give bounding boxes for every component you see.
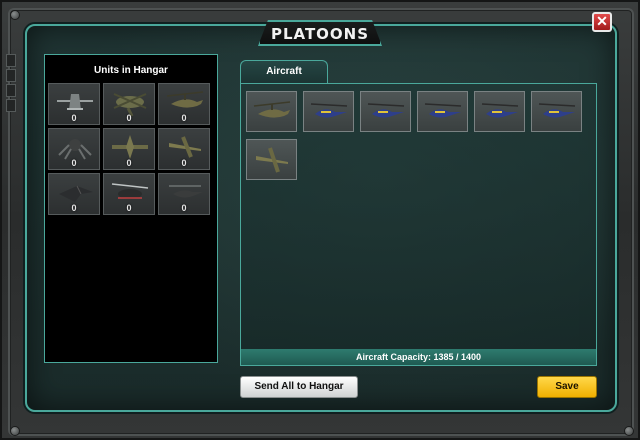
frame-notch bbox=[6, 54, 16, 67]
window-title: PLATOONS bbox=[270, 25, 370, 43]
hangar-unit-slot[interactable]: 0 bbox=[48, 83, 100, 125]
bolt-icon bbox=[10, 10, 20, 20]
unit-count: 0 bbox=[126, 203, 132, 213]
blue-scout-helicopter-icon bbox=[424, 103, 462, 118]
unit-count: 0 bbox=[181, 113, 187, 123]
roster-unit-slot[interactable] bbox=[531, 91, 582, 132]
close-button[interactable]: ✕ bbox=[592, 12, 612, 32]
unit-count: 0 bbox=[71, 203, 77, 213]
roster-unit-slot[interactable] bbox=[474, 91, 525, 132]
send-all-to-hangar-button[interactable]: Send All to Hangar bbox=[240, 376, 358, 398]
hangar-panel: Units in Hangar 0 0 0 0 0 0 0 0 0 bbox=[44, 54, 218, 363]
tab-aircraft[interactable]: Aircraft bbox=[240, 60, 328, 84]
hangar-unit-slot[interactable]: 0 bbox=[103, 128, 155, 170]
hangar-unit-slot[interactable]: 0 bbox=[48, 128, 100, 170]
bolt-icon bbox=[10, 426, 20, 436]
unit-count: 0 bbox=[126, 113, 132, 123]
roster-unit-slot[interactable] bbox=[246, 139, 297, 180]
blue-scout-helicopter-icon bbox=[538, 103, 576, 118]
frame-notch bbox=[6, 99, 16, 112]
unit-count: 0 bbox=[181, 158, 187, 168]
hangar-unit-slot[interactable]: 0 bbox=[103, 173, 155, 215]
hangar-unit-slot[interactable]: 0 bbox=[158, 83, 210, 125]
unit-count: 0 bbox=[126, 158, 132, 168]
save-button[interactable]: Save bbox=[537, 376, 597, 398]
roster-unit-slot[interactable] bbox=[417, 91, 468, 132]
roster-unit-slot[interactable] bbox=[303, 91, 354, 132]
hangar-unit-slot[interactable]: 0 bbox=[158, 128, 210, 170]
frame-notch bbox=[6, 69, 16, 82]
unit-count: 0 bbox=[181, 203, 187, 213]
frame-notch bbox=[6, 84, 16, 97]
platoon-roster: Aircraft Capacity: 1385 / 1400 bbox=[240, 83, 597, 366]
blue-scout-helicopter-icon bbox=[367, 103, 405, 118]
unit-count: 0 bbox=[71, 158, 77, 168]
blue-scout-helicopter-icon bbox=[481, 103, 519, 118]
hangar-unit-slot[interactable]: 0 bbox=[48, 173, 100, 215]
roster-unit-slot[interactable] bbox=[246, 91, 297, 132]
aircraft-capacity-bar: Aircraft Capacity: 1385 / 1400 bbox=[241, 349, 596, 365]
roster-unit-slot[interactable] bbox=[360, 91, 411, 132]
hangar-unit-slot[interactable]: 0 bbox=[158, 173, 210, 215]
roster-unit-grid bbox=[246, 91, 591, 180]
hangar-unit-slot[interactable]: 0 bbox=[103, 83, 155, 125]
hangar-title: Units in Hangar bbox=[94, 65, 168, 76]
hangar-unit-grid: 0 0 0 0 0 0 0 0 0 bbox=[48, 83, 216, 215]
bolt-icon bbox=[624, 426, 634, 436]
attack-helicopter-icon bbox=[253, 101, 291, 118]
ground-attack-jet-icon bbox=[256, 147, 288, 173]
blue-scout-helicopter-icon bbox=[310, 103, 348, 118]
unit-count: 0 bbox=[71, 113, 77, 123]
